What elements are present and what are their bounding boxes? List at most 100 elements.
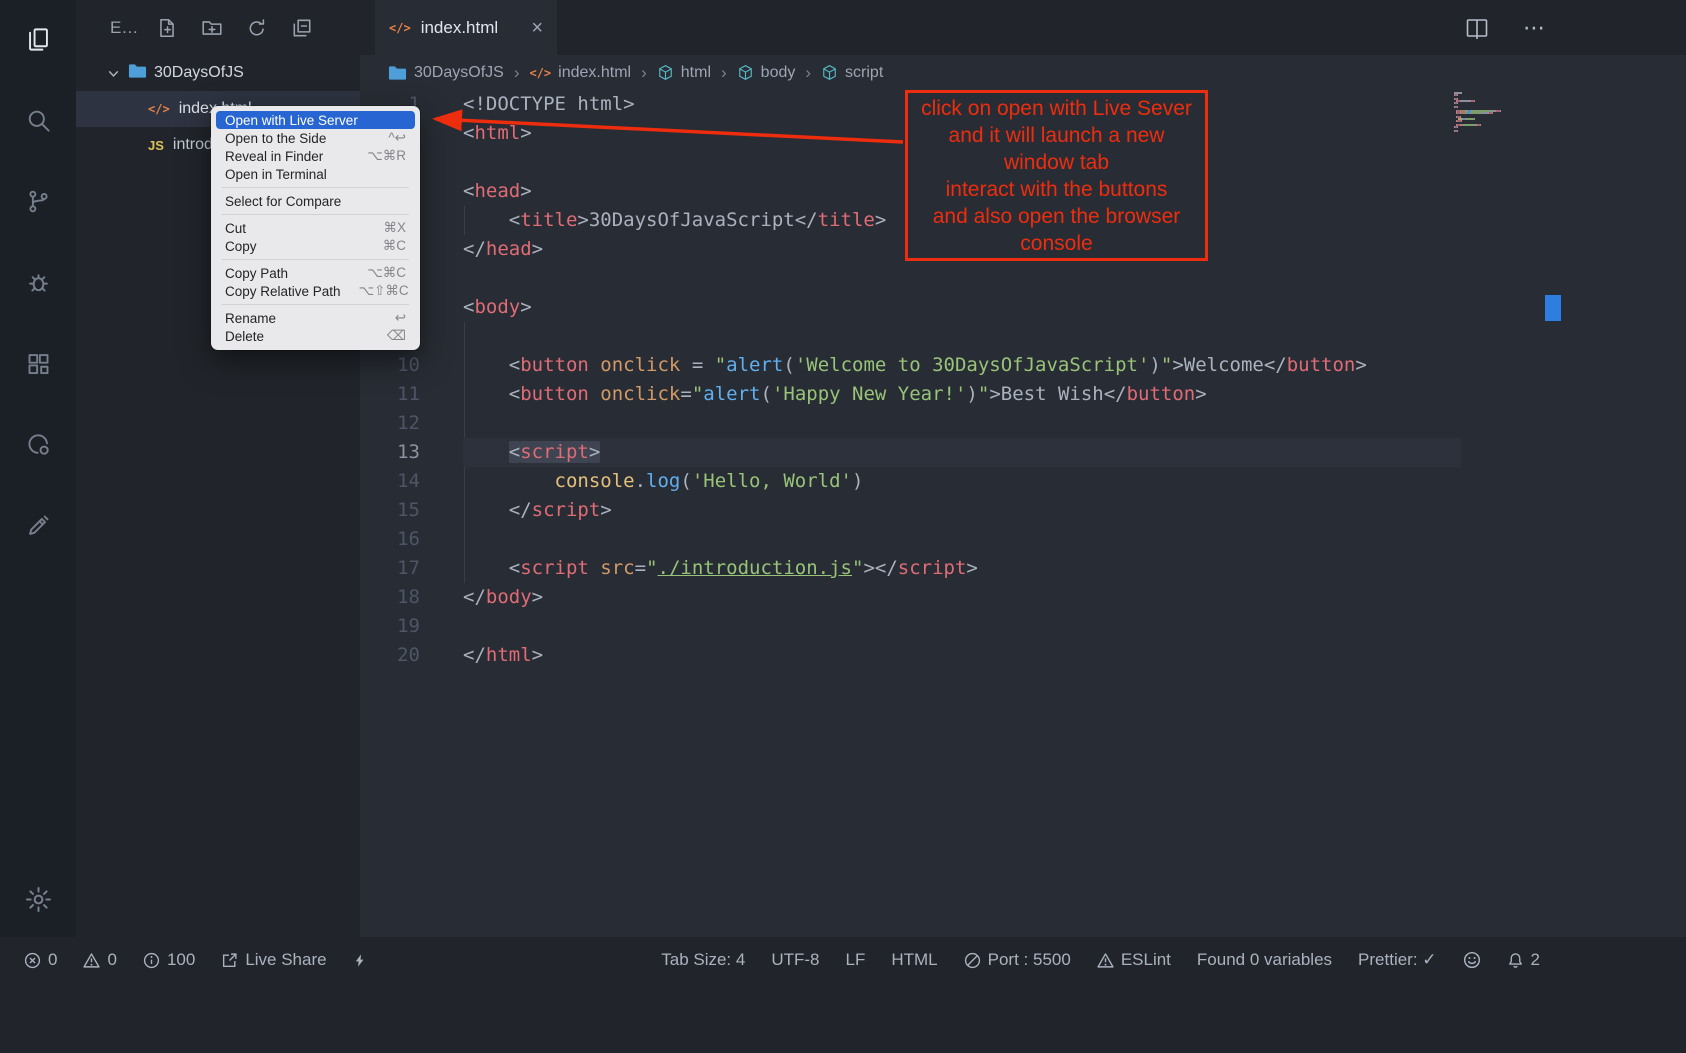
code-line-10[interactable]: 10 <button onclick = "alert('Welcome to … [360,351,1686,380]
status-label: 2 [1531,950,1540,970]
activity-run-debug-icon[interactable] [14,258,62,306]
breadcrumb-item-index-html[interactable]: </> index.html [529,64,631,82]
line-text: console.log('Hello, World') [463,467,1461,496]
activity-feedback-icon[interactable] [14,501,62,549]
status-label: LF [846,950,866,970]
breadcrumb-label: html [681,64,711,82]
symbol-cube-icon [657,64,674,81]
code-line-15[interactable]: 15 </script> [360,496,1686,525]
menu-item-copy-path[interactable]: Copy Path⌥⌘C [216,264,415,282]
code-line-8[interactable]: 8<body> [360,293,1686,322]
new-folder-icon[interactable] [201,17,223,39]
status-notifications[interactable]: 2 [1507,950,1540,970]
status-prettier[interactable]: Prettier: ✓ [1358,950,1436,970]
breadcrumb-item-html[interactable]: html [657,64,711,82]
annotation-line: console [908,230,1205,257]
activity-search-icon[interactable] [14,96,62,144]
status-encoding[interactable]: UTF-8 [771,950,819,970]
code-line-12[interactable]: 12 [360,409,1686,438]
collapse-all-icon[interactable] [291,17,313,39]
status-label: 100 [167,950,195,970]
sidebar-title: E… [110,18,138,38]
share-icon [221,952,238,969]
minimap[interactable] [1454,92,1546,132]
status-label: ESLint [1121,950,1171,970]
status-variables[interactable]: Found 0 variables [1197,950,1332,970]
status-language[interactable]: HTML [891,950,937,970]
code-line-18[interactable]: 18</body> [360,583,1686,612]
code-line-7[interactable]: 7 [360,264,1686,293]
status-warnings[interactable]: 0 [83,950,116,970]
chevron-down-icon [106,66,121,81]
line-number: 11 [360,380,420,409]
breadcrumb: 30DaysOfJS›</>index.html›html›body›scrip… [360,55,1686,90]
more-actions-icon[interactable]: ⋯ [1523,15,1546,41]
menu-item-copy-relative-path[interactable]: Copy Relative Path⌥⇧⌘C [216,282,415,300]
activity-settings-icon[interactable] [14,875,62,923]
context-menu: Open with Live ServerOpen to the Side^↩R… [211,106,420,350]
split-editor-icon[interactable] [1465,17,1489,39]
warning-icon [83,952,100,969]
status-label: 0 [48,950,57,970]
status-eol[interactable]: LF [846,950,866,970]
code-line-20[interactable]: 20</html> [360,641,1686,670]
annotation-line: window tab [908,149,1205,176]
menu-item-open-to-the-side[interactable]: Open to the Side^↩ [216,129,415,147]
status-tab-size[interactable]: Tab Size: 4 [661,950,745,970]
line-text: <body> [463,293,1461,322]
code-line-9[interactable]: 9 [360,322,1686,351]
breadcrumb-item-body[interactable]: body [737,64,796,82]
breadcrumb-item-30daysofjs[interactable]: 30DaysOfJS [388,64,504,82]
status-live-share[interactable]: Live Share [221,950,326,970]
code-line-11[interactable]: 11 <button onclick="alert('Happy New Yea… [360,380,1686,409]
vscode-window: E… 30DaysOfJS </> index.html JS introduc… [0,0,1686,1053]
slash-icon [964,952,981,969]
status-label: 0 [107,950,116,970]
line-number: 17 [360,554,420,583]
code-line-17[interactable]: 17 <script src="./introduction.js"></scr… [360,554,1686,583]
error-icon [24,952,41,969]
menu-item-copy[interactable]: Copy⌘C [216,237,415,255]
menu-item-cut[interactable]: Cut⌘X [216,219,415,237]
code-line-14[interactable]: 14 console.log('Hello, World') [360,467,1686,496]
line-number: 19 [360,612,420,641]
line-text: </script> [463,496,1461,525]
menu-item-reveal-in-finder[interactable]: Reveal in Finder⌥⌘R [216,147,415,165]
menu-separator [222,304,409,305]
smiley-icon [1463,951,1481,969]
status-feedback-smiley[interactable] [1463,951,1481,969]
activity-extensions-icon[interactable] [14,339,62,387]
html-file-icon: </> [529,66,551,80]
line-text: <button onclick="alert('Happy New Year!'… [463,380,1461,409]
tab-index-html[interactable]: </> index.html × [375,0,557,55]
status-port[interactable]: Port : 5500 [964,950,1071,970]
breadcrumb-label: index.html [558,64,631,82]
sidebar-header: E… [76,0,360,55]
activity-live-share-icon[interactable] [14,420,62,468]
activity-source-control-icon[interactable] [14,177,62,225]
menu-item-delete[interactable]: Delete⌫ [216,327,415,345]
status-bolt[interactable] [353,952,367,969]
refresh-icon[interactable] [246,17,268,39]
menu-item-open-with-live-server[interactable]: Open with Live Server [216,111,415,129]
status-eslint[interactable]: ESLint [1097,950,1171,970]
status-info-count[interactable]: 100 [143,950,195,970]
activity-explorer-icon[interactable] [14,15,62,63]
line-number: 18 [360,583,420,612]
new-file-icon[interactable] [156,17,178,39]
code-line-19[interactable]: 19 [360,612,1686,641]
annotation-line: and it will launch a new [908,122,1205,149]
status-errors[interactable]: 0 [24,950,57,970]
breadcrumb-label: body [761,64,796,82]
breadcrumb-item-script[interactable]: script [821,64,883,82]
code-line-16[interactable]: 16 [360,525,1686,554]
html-file-icon: </> [389,21,411,35]
symbol-cube-icon [821,64,838,81]
close-tab-icon[interactable]: × [531,18,543,38]
menu-item-open-in-terminal[interactable]: Open in Terminal [216,165,415,183]
folder-30daysofjs[interactable]: 30DaysOfJS [76,55,360,91]
js-file-icon: JS [148,138,164,153]
menu-item-select-for-compare[interactable]: Select for Compare [216,192,415,210]
menu-item-rename[interactable]: Rename↩ [216,309,415,327]
code-line-13[interactable]: 13 <script> [360,438,1686,467]
